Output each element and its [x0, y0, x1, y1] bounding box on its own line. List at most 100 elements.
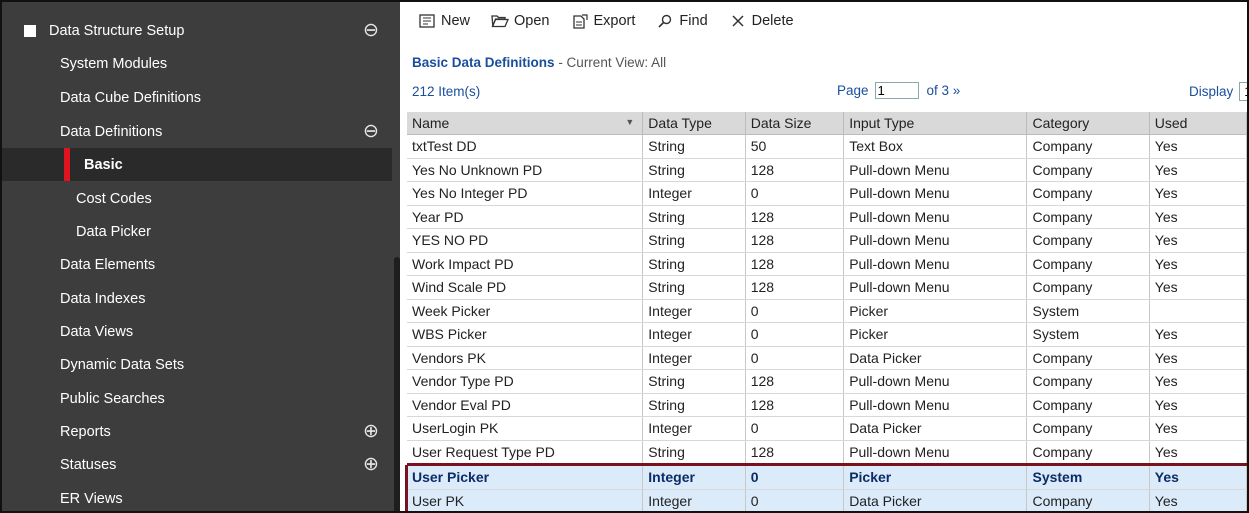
- table-cell: Year PD: [407, 205, 644, 229]
- sidebar-item[interactable]: Data Definitions ⊖: [2, 115, 392, 148]
- table-cell: Yes No Integer PD: [407, 181, 644, 206]
- find-button[interactable]: Find: [655, 12, 708, 30]
- page-of-next-link[interactable]: of 3 »: [927, 83, 961, 98]
- table-cell: 0: [745, 346, 845, 370]
- table-cell: Pull-down Menu: [843, 440, 1028, 465]
- pager-row: 212 Item(s) Page of 3 » Display: [405, 80, 1247, 104]
- table-row[interactable]: User Picker Integer 0 Picker System Yes: [407, 463, 1247, 490]
- table-cell: Company: [1026, 416, 1150, 441]
- selected-item-marker: [64, 148, 70, 181]
- table-cell: String: [642, 158, 746, 182]
- table-cell: User PK: [407, 489, 644, 511]
- table-cell: Company: [1026, 228, 1150, 253]
- sidebar-item[interactable]: Data Picker: [2, 215, 392, 248]
- sidebar-item[interactable]: Public Searches: [2, 382, 392, 415]
- sidebar-item[interactable]: Data Structure Setup ⊖: [2, 14, 392, 47]
- sidebar-item[interactable]: Reports ⊕: [2, 415, 392, 448]
- table-row[interactable]: YES NO PD String 128 Pull-down Menu Company Y…: [407, 228, 1247, 253]
- table-cell: Company: [1026, 369, 1150, 394]
- table-row[interactable]: UserLogin PK Integer 0 Data Picker Company Ye…: [407, 416, 1247, 441]
- collapse-icon[interactable]: ⊖: [362, 122, 380, 141]
- export-button-label: Export: [593, 13, 636, 29]
- sidebar-item[interactable]: ER Views: [2, 482, 392, 511]
- delete-button-label: Delete: [751, 13, 794, 29]
- collapse-icon[interactable]: ⊖: [362, 21, 380, 40]
- table-cell: YES NO PD: [407, 228, 644, 253]
- new-button[interactable]: New: [417, 12, 470, 30]
- table-row[interactable]: Yes No Unknown PD String 128 Pull-down Menu…: [407, 158, 1247, 182]
- table-cell: Yes: [1149, 252, 1247, 276]
- column-header-label: Data Type: [648, 115, 712, 131]
- sidebar-item[interactable]: Statuses ⊕: [2, 448, 392, 481]
- table-cell: System: [1026, 322, 1150, 347]
- sidebar-item[interactable]: Basic: [2, 148, 392, 181]
- table-row[interactable]: Vendor Eval PD String 128 Pull-down Menu Com…: [407, 393, 1247, 417]
- column-header-label: Data Size: [750, 115, 812, 131]
- table-cell: 0: [745, 322, 845, 347]
- sidebar-item-label: Data Views: [60, 323, 134, 340]
- table-cell: txtTest DD: [407, 134, 644, 159]
- table-row[interactable]: txtTest DD String 50 Text Box Company Yes: [407, 134, 1247, 159]
- table-row[interactable]: Yes No Integer PD Integer 0 Pull-down Menu C…: [407, 181, 1247, 206]
- table-cell: Picker: [843, 322, 1028, 347]
- table-cell: Integer: [642, 416, 746, 441]
- table-cell: 128: [745, 228, 845, 253]
- table-cell: Data Picker: [843, 489, 1028, 511]
- column-header-input-type[interactable]: Input Type: [843, 112, 1028, 135]
- table-row[interactable]: Week Picker Integer 0 Picker System: [407, 299, 1247, 323]
- table-cell: Yes: [1149, 393, 1247, 417]
- sidebar-item-label: Data Structure Setup: [49, 22, 185, 39]
- sidebar-item-label: ER Views: [60, 490, 123, 507]
- open-button[interactable]: Open: [490, 12, 550, 30]
- display-count-input[interactable]: [1239, 82, 1247, 101]
- table-cell: [1149, 299, 1247, 323]
- delete-button[interactable]: Delete: [728, 12, 794, 30]
- table-row[interactable]: Work Impact PD String 128 Pull-down Menu Com…: [407, 252, 1247, 276]
- table-row[interactable]: Vendors PK Integer 0 Data Picker Company Yes: [407, 346, 1247, 370]
- column-header-data-size[interactable]: Data Size: [745, 112, 845, 135]
- column-header-name[interactable]: Name ▼: [407, 112, 644, 135]
- table-cell: UserLogin PK: [407, 416, 644, 441]
- table-row[interactable]: Year PD String 128 Pull-down Menu Company Yes: [407, 205, 1247, 229]
- expand-icon[interactable]: ⊕: [362, 422, 380, 441]
- table-cell: 50: [745, 134, 845, 159]
- column-header-category[interactable]: Category: [1026, 112, 1150, 135]
- selected-rows-border: [405, 465, 408, 511]
- expand-icon[interactable]: ⊕: [362, 455, 380, 474]
- table-cell: String: [642, 205, 746, 229]
- sidebar-item[interactable]: Dynamic Data Sets: [2, 348, 392, 381]
- sidebar-scrollbar[interactable]: [394, 257, 400, 511]
- table-cell: 0: [745, 299, 845, 323]
- sidebar-item[interactable]: Data Elements: [2, 248, 392, 281]
- table-cell: 128: [745, 252, 845, 276]
- table-cell: Company: [1026, 346, 1150, 370]
- table-row[interactable]: User PK Integer 0 Data Picker Company Yes: [407, 489, 1247, 511]
- sidebar-item[interactable]: System Modules: [2, 47, 392, 80]
- column-header-label: Used: [1154, 115, 1188, 131]
- sidebar-item-label: Statuses: [60, 456, 117, 473]
- sidebar-item[interactable]: Cost Codes: [2, 182, 392, 215]
- table-cell: Yes: [1149, 416, 1247, 441]
- page-title: Basic Data Definitions - Current View: A…: [412, 55, 666, 70]
- table-cell: WBS Picker: [407, 322, 644, 347]
- table-row[interactable]: Vendor Type PD String 128 Pull-down Menu Com…: [407, 369, 1247, 394]
- table-cell: Vendors PK: [407, 346, 644, 370]
- table-cell: String: [642, 275, 746, 300]
- column-header-used[interactable]: Used: [1149, 112, 1247, 135]
- export-button[interactable]: Export: [570, 12, 636, 30]
- table-row[interactable]: Wind Scale PD String 128 Pull-down Menu Comp…: [407, 275, 1247, 300]
- sidebar-item[interactable]: Data Cube Definitions: [2, 81, 392, 114]
- table-cell: Picker: [843, 299, 1028, 323]
- column-header-data-type[interactable]: Data Type: [642, 112, 746, 135]
- sidebar-item[interactable]: Data Indexes: [2, 282, 392, 315]
- table-cell: Pull-down Menu: [843, 393, 1028, 417]
- table-cell: 128: [745, 440, 845, 465]
- find-button-label: Find: [679, 13, 708, 29]
- page-number-input[interactable]: [874, 82, 919, 99]
- search-icon: [655, 12, 675, 30]
- table-row[interactable]: WBS Picker Integer 0 Picker System Yes: [407, 322, 1247, 347]
- sidebar-item[interactable]: Data Views: [2, 315, 392, 348]
- sidebar-item-label: Public Searches: [60, 390, 165, 407]
- table-cell: Week Picker: [407, 299, 644, 323]
- table-row[interactable]: User Request Type PD String 128 Pull-down M…: [407, 440, 1247, 465]
